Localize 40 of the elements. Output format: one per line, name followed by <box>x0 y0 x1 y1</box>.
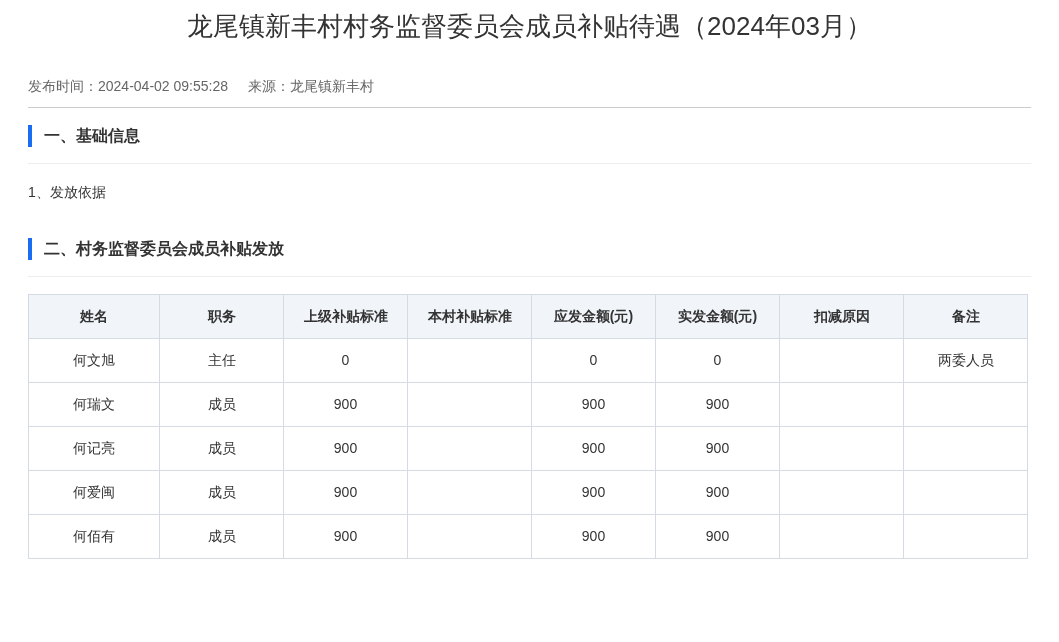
table-cell: 900 <box>283 382 408 427</box>
column-header: 本村补贴标准 <box>407 294 532 339</box>
table-cell: 0 <box>531 338 656 383</box>
column-header: 扣减原因 <box>779 294 904 339</box>
source-text: 来源：龙尾镇新丰村 <box>248 77 374 96</box>
table-cell: 900 <box>655 470 780 515</box>
table-cell: 何爱闽 <box>28 470 160 515</box>
publish-time: 发布时间：2024-04-02 09:55:28 <box>28 77 228 96</box>
table-cell: 0 <box>655 338 780 383</box>
table-cell: 900 <box>655 382 780 427</box>
table-cell: 主任 <box>159 338 284 383</box>
table-cell: 900 <box>283 470 408 515</box>
table-cell: 成员 <box>159 382 284 427</box>
paragraph-text: 1、发放依据 <box>28 183 107 202</box>
table-cell: 何瑞文 <box>28 382 160 427</box>
table-cell: 900 <box>531 470 656 515</box>
column-header: 实发金额(元) <box>655 294 780 339</box>
table-cell: 成员 <box>159 470 284 515</box>
table-cell: 成员 <box>159 514 284 559</box>
table-cell: 900 <box>531 426 656 471</box>
table-cell: 900 <box>283 514 408 559</box>
table-cell: 0 <box>283 338 408 383</box>
table-cell: 何佰有 <box>28 514 160 559</box>
column-header: 应发金额(元) <box>531 294 656 339</box>
table-cell: 900 <box>283 426 408 471</box>
table-cell: 何文旭 <box>28 338 160 383</box>
table-cell: 900 <box>655 426 780 471</box>
table-cell: 900 <box>655 514 780 559</box>
page-title: 龙尾镇新丰村村务监督委员会成员补贴待遇（2024年03月） <box>186 10 873 42</box>
table-cell: 成员 <box>159 426 284 471</box>
table-cell: 两委人员 <box>903 338 1028 383</box>
column-header: 姓名 <box>28 294 160 339</box>
table-cell: 何记亮 <box>28 426 160 471</box>
column-header: 上级补贴标准 <box>283 294 408 339</box>
column-header: 备注 <box>903 294 1028 339</box>
column-header: 职务 <box>159 294 284 339</box>
section-heading: 一、基础信息 <box>28 124 140 147</box>
table-cell: 900 <box>531 382 656 427</box>
section-heading: 二、村务监督委员会成员补贴发放 <box>28 237 284 260</box>
table-cell: 900 <box>531 514 656 559</box>
